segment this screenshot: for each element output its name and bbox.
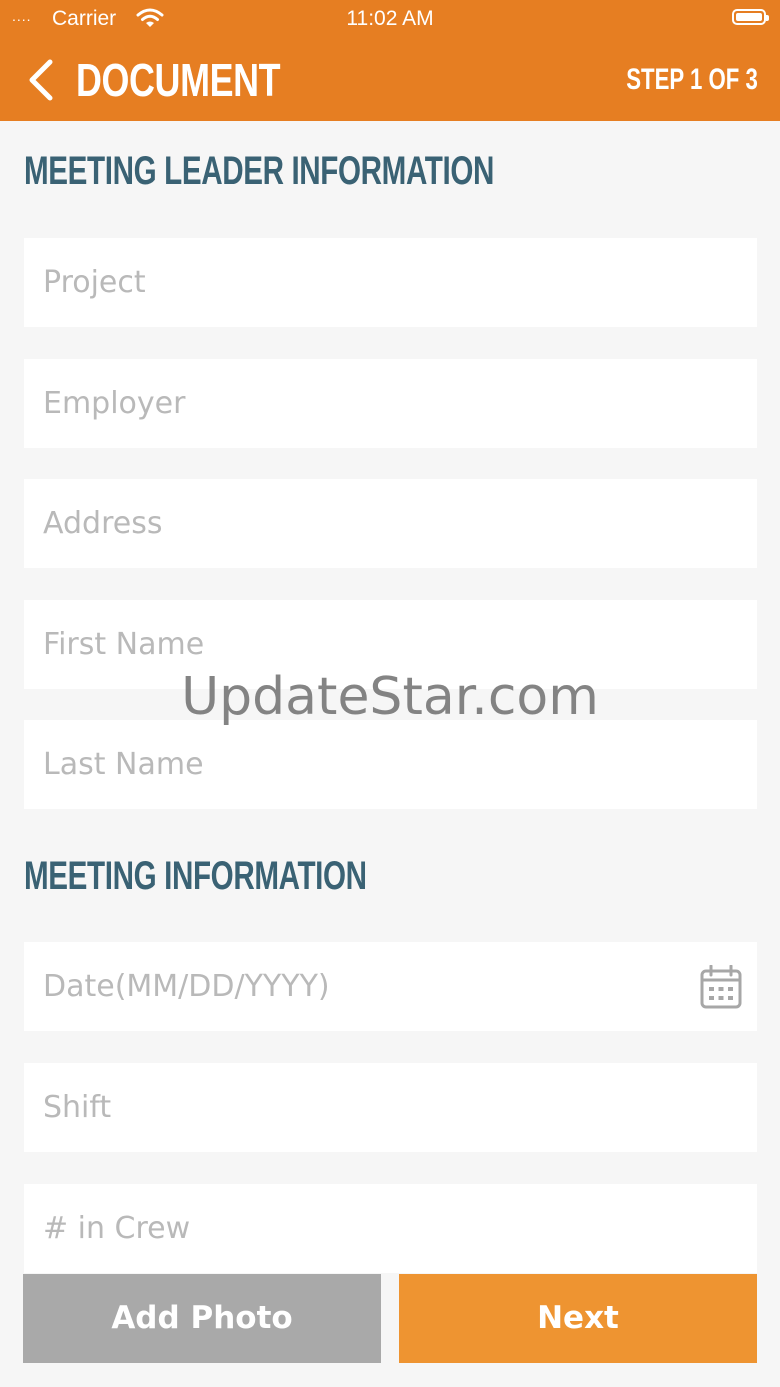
project-field[interactable]: Project	[24, 238, 757, 327]
page-title: DOCUMENT	[76, 54, 281, 106]
project-placeholder: Project	[43, 265, 146, 300]
last-name-field[interactable]: Last Name	[24, 720, 757, 809]
employer-field[interactable]: Employer	[24, 359, 757, 448]
section-heading-leader: MEETING LEADER INFORMATION	[24, 149, 494, 193]
employer-placeholder: Employer	[43, 386, 186, 421]
add-photo-button[interactable]: Add Photo	[23, 1274, 381, 1363]
battery-icon	[732, 9, 769, 25]
next-button[interactable]: Next	[399, 1274, 757, 1363]
step-indicator: STEP 1 OF 3	[626, 63, 758, 96]
shift-field[interactable]: Shift	[24, 1063, 757, 1152]
calendar-icon[interactable]	[700, 965, 742, 1009]
address-field[interactable]: Address	[24, 479, 757, 568]
section-heading-meeting: MEETING INFORMATION	[24, 854, 367, 898]
navigation-bar: DOCUMENT STEP 1 OF 3	[0, 38, 780, 121]
crew-count-placeholder: # in Crew	[43, 1211, 191, 1246]
date-field[interactable]: Date(MM/DD/YYYY)	[24, 942, 757, 1031]
shift-placeholder: Shift	[43, 1090, 112, 1125]
status-time: 11:02 AM	[346, 7, 434, 30]
back-chevron-icon[interactable]	[26, 58, 56, 102]
crew-count-field[interactable]: # in Crew	[24, 1184, 757, 1273]
address-placeholder: Address	[43, 506, 163, 541]
first-name-field[interactable]: First Name	[24, 600, 757, 689]
last-name-placeholder: Last Name	[43, 747, 204, 782]
status-bar: .... Carrier 11:02 AM	[0, 0, 780, 38]
date-placeholder: Date(MM/DD/YYYY)	[43, 969, 330, 1004]
first-name-placeholder: First Name	[43, 627, 205, 662]
